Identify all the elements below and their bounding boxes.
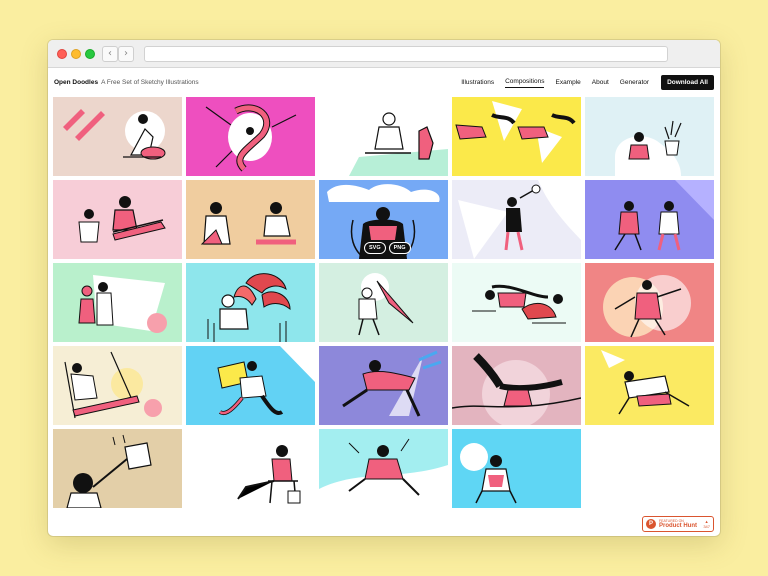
address-bar[interactable] <box>144 46 668 62</box>
illustration-tile[interactable] <box>186 180 315 259</box>
illustration-tile[interactable] <box>585 346 714 425</box>
illustration-tile[interactable] <box>452 346 581 425</box>
maximize-window-button[interactable] <box>85 49 95 59</box>
nav-compositions[interactable]: Compositions <box>505 76 545 88</box>
illustration-tile[interactable] <box>53 263 182 342</box>
illustration-grid: SVG PNG <box>53 97 718 508</box>
illustration-tile[interactable] <box>452 180 581 259</box>
minimize-window-button[interactable] <box>71 49 81 59</box>
illustration-tile[interactable] <box>186 429 315 508</box>
illustration-tile[interactable] <box>319 346 448 425</box>
illustration-tile[interactable] <box>186 97 315 176</box>
illustration-tile[interactable] <box>53 180 182 259</box>
illustration-tile[interactable] <box>53 97 182 176</box>
illustration-tile[interactable] <box>319 429 448 508</box>
illustration-tile[interactable] <box>53 429 182 508</box>
main-nav: Illustrations Compositions Example About… <box>450 74 714 90</box>
illustration-tile[interactable]: SVG PNG <box>319 180 448 259</box>
illustration-tile[interactable] <box>319 97 448 176</box>
site-tagline: A Free Set of Sketchy Illustrations <box>101 78 199 86</box>
empty-tile <box>585 429 714 508</box>
illustration-tile[interactable] <box>319 263 448 342</box>
illustration-tile[interactable] <box>585 263 714 342</box>
format-buttons: SVG PNG <box>364 242 414 254</box>
illustration-tile[interactable] <box>585 180 714 259</box>
browser-toolbar: ‹ › <box>48 40 720 68</box>
browser-window: ‹ › Open Doodles A Free Set of Sketchy I… <box>48 40 720 536</box>
product-hunt-badge[interactable]: P FEATURED ON Product Hunt ▲ 347 <box>642 516 714 532</box>
download-all-button[interactable]: Download All <box>661 74 714 90</box>
site-brand[interactable]: Open Doodles <box>54 79 98 86</box>
nav-illustrations[interactable]: Illustrations <box>461 77 494 88</box>
illustration-tile[interactable] <box>452 429 581 508</box>
product-hunt-logo-icon: P <box>646 519 656 529</box>
illustration-tile[interactable] <box>186 346 315 425</box>
close-window-button[interactable] <box>57 49 67 59</box>
nav-example[interactable]: Example <box>555 77 580 88</box>
site-header: Open Doodles A Free Set of Sketchy Illus… <box>48 68 720 96</box>
illustration-tile[interactable] <box>452 263 581 342</box>
forward-arrow-icon[interactable]: › <box>118 46 134 62</box>
badge-name: Product Hunt <box>659 522 697 529</box>
illustration-tile[interactable] <box>186 263 315 342</box>
download-png-button[interactable]: PNG <box>388 242 411 254</box>
illustration-tile[interactable] <box>585 97 714 176</box>
illustration-tile[interactable] <box>452 97 581 176</box>
upvote-count: 347 <box>703 524 710 529</box>
download-svg-button[interactable]: SVG <box>364 242 386 254</box>
back-arrow-icon[interactable]: ‹ <box>102 46 118 62</box>
illustration-tile[interactable] <box>53 346 182 425</box>
nav-generator[interactable]: Generator <box>620 77 649 88</box>
nav-about[interactable]: About <box>592 77 609 88</box>
